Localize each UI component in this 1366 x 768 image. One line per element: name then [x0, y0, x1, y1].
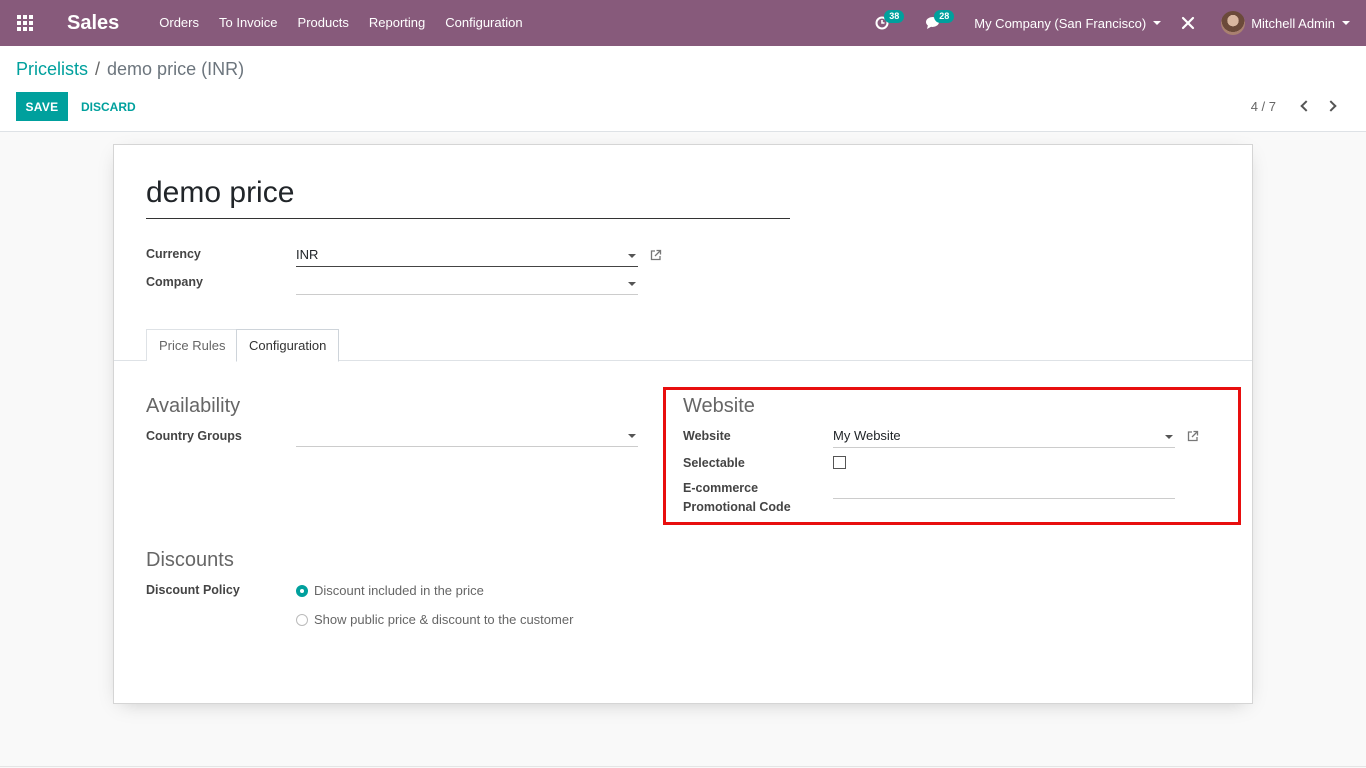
- main-menu: Orders To Invoice Products Reporting Con…: [149, 0, 532, 46]
- discard-button[interactable]: DISCARD: [74, 92, 143, 121]
- breadcrumb: Pricelists / demo price (INR): [16, 59, 244, 80]
- menu-products[interactable]: Products: [288, 0, 359, 46]
- pager-previous-button[interactable]: [1294, 96, 1314, 116]
- menu-orders[interactable]: Orders: [149, 0, 209, 46]
- discount-included-label[interactable]: Discount included in the price: [314, 583, 484, 598]
- user-name: Mitchell Admin: [1251, 15, 1335, 31]
- currency-field[interactable]: INR: [296, 245, 638, 267]
- promo-code-label-line1: E-commerce: [683, 481, 759, 495]
- discount-policy-label: Discount Policy: [146, 583, 240, 597]
- apps-grid-icon: [17, 15, 33, 31]
- currency-label: Currency: [146, 247, 201, 261]
- messages-count-badge: 28: [934, 10, 955, 23]
- selectable-checkbox[interactable]: [833, 456, 846, 469]
- control-panel: Pricelists / demo price (INR) SAVE DISCA…: [0, 46, 1366, 132]
- caret-down-icon[interactable]: [628, 254, 636, 258]
- caret-down-icon[interactable]: [1165, 435, 1173, 439]
- activity-count-badge: 38: [884, 10, 905, 23]
- breadcrumb-current: demo price (INR): [107, 59, 245, 79]
- menu-configuration[interactable]: Configuration: [435, 0, 532, 46]
- selectable-label: Selectable: [683, 456, 745, 470]
- tools-icon: [1182, 16, 1195, 30]
- notebook-tabs: Price Rules Configuration: [114, 329, 1252, 362]
- external-link-icon[interactable]: [649, 248, 663, 262]
- external-link-icon[interactable]: [1186, 429, 1200, 443]
- chevron-right-icon: [1324, 100, 1337, 112]
- website-field[interactable]: My Website: [833, 426, 1175, 448]
- discounts-title: Discounts: [146, 549, 234, 571]
- avatar: [1221, 11, 1246, 35]
- top-navbar: Sales Orders To Invoice Products Reporti…: [0, 0, 1366, 46]
- caret-down-icon: [1153, 21, 1162, 25]
- pricelist-name-input[interactable]: demo price: [146, 173, 790, 219]
- show-public-price-label[interactable]: Show public price & discount to the cust…: [314, 612, 573, 627]
- caret-down-icon[interactable]: [628, 282, 636, 286]
- promo-code-input[interactable]: [833, 477, 1175, 499]
- form-sheet: demo price Currency INR Company Price Ru…: [113, 144, 1253, 704]
- promo-code-label-line2: Promotional Code: [683, 500, 791, 514]
- activity-button[interactable]: 38: [875, 10, 905, 30]
- app-name[interactable]: Sales: [67, 12, 119, 35]
- tab-configuration[interactable]: Configuration: [236, 329, 340, 362]
- company-name: My Company (San Francisco): [974, 15, 1147, 31]
- footer-divider: [0, 766, 1366, 767]
- apps-menu-button[interactable]: [0, 0, 50, 46]
- website-section-title: Website: [683, 395, 755, 417]
- systray: 38 28 My Company (San Francisco) Mitchel…: [875, 0, 1366, 46]
- breadcrumb-pricelists-link[interactable]: Pricelists: [16, 59, 88, 80]
- menu-reporting[interactable]: Reporting: [359, 0, 435, 46]
- country-groups-field[interactable]: [296, 425, 638, 447]
- company-field[interactable]: [296, 273, 638, 295]
- pager: 4 / 7: [1251, 96, 1342, 116]
- chevron-left-icon: [1299, 100, 1312, 112]
- tab-price-rules[interactable]: Price Rules: [146, 329, 239, 361]
- breadcrumb-separator: /: [95, 59, 101, 79]
- company-label: Company: [146, 275, 203, 289]
- website-value: My Website: [833, 428, 901, 443]
- messages-button[interactable]: 28: [925, 10, 955, 30]
- pager-counter[interactable]: 4 / 7: [1251, 99, 1276, 114]
- currency-value: INR: [296, 247, 319, 262]
- save-button[interactable]: SAVE: [16, 92, 68, 121]
- show-public-price-radio[interactable]: [296, 614, 308, 626]
- availability-title: Availability: [146, 395, 241, 417]
- user-menu[interactable]: Mitchell Admin: [1221, 11, 1350, 35]
- country-groups-label: Country Groups: [146, 429, 242, 443]
- company-switcher[interactable]: My Company (San Francisco): [974, 15, 1162, 31]
- menu-to-invoice[interactable]: To Invoice: [209, 0, 288, 46]
- caret-down-icon: [1342, 21, 1350, 25]
- pager-next-button[interactable]: [1322, 96, 1342, 116]
- discount-included-radio[interactable]: [296, 585, 308, 597]
- debug-tools-button[interactable]: [1181, 16, 1195, 30]
- caret-down-icon[interactable]: [628, 434, 636, 438]
- website-label: Website: [683, 429, 731, 443]
